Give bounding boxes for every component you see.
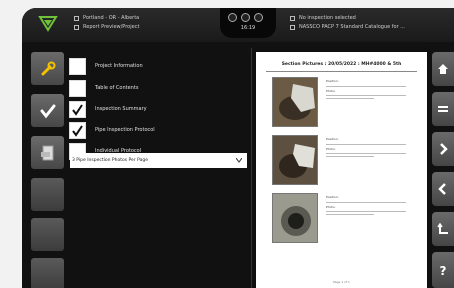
select-value: 3 Pipe Inspection Photos Per Page [72,158,148,163]
check-icon [72,124,83,137]
pdf-document-icon [40,145,53,160]
status-circle-3-icon [254,13,263,22]
inspection-line: No inspection selected [299,15,356,21]
field-label: Photo: [326,204,336,209]
empty-tool-button-1[interactable] [31,178,64,211]
status-cluster: 16:19 [220,8,276,38]
help-button[interactable]: ? [432,252,454,288]
option-pipe-inspection-protocol[interactable]: Pipe Inspection Protocol [69,121,249,139]
field-label: Position: [326,79,339,83]
check-icon [72,103,83,116]
field-label: Photo: [326,88,336,93]
document-icon [74,25,79,30]
photo-1-details: Position: Photo: [326,79,406,101]
return-button[interactable] [432,212,454,246]
device-screen: Portland - OR - Alberta Report Preview/P… [22,8,454,288]
wrench-icon [41,61,55,75]
catalogue-line: NASSCO PACP 7 Standard Catalogue for ... [299,24,406,30]
checkbox-unchecked[interactable] [69,57,86,75]
home-icon [438,64,448,74]
menu-button[interactable] [432,92,454,126]
checkbox-checked[interactable] [69,121,86,139]
svg-text:?: ? [440,264,447,276]
photo-2-details: Position: Photo: [326,137,406,159]
option-label: Inspection Summary [95,106,147,112]
option-label: Project Information [95,63,143,69]
photos-per-page-select[interactable]: 3 Pipe Inspection Photos Per Page [70,153,247,168]
option-project-information[interactable]: Project Information [69,57,249,75]
inspection-photo-3 [272,193,318,243]
folder-icon [74,16,79,21]
report-preview-page[interactable]: Section Pictures : 20/05/2022 : MH#4000 … [256,52,427,288]
project-line: Portland - OR - Alberta [83,15,140,21]
camera-icon [290,16,295,21]
export-pdf-button[interactable] [31,136,64,169]
return-icon [437,223,448,234]
field-label: Photo: [326,146,336,151]
divider [251,48,252,288]
photo-3-details: Position: Photo: [326,195,406,217]
page-footer: Page 1 of 1 [333,280,350,284]
help-icon: ? [440,264,447,276]
home-button[interactable] [432,52,454,86]
checkbox-checked[interactable] [69,100,86,118]
previous-button[interactable] [432,172,454,206]
checkmark-icon [40,104,55,118]
inspection-info: No inspection selected NASSCO PACP 7 Sta… [290,14,405,32]
field-label: Position: [326,195,339,199]
divider [266,71,417,72]
funnel-logo-icon [38,16,58,32]
status-circle-1-icon [228,13,237,22]
option-label: Pipe Inspection Protocol [95,127,155,133]
menu-icon [438,106,448,112]
field-label: Position: [326,137,339,141]
mode-line: Report Preview/Project [83,24,140,30]
chevron-down-icon [236,158,242,163]
preview-heading: Section Pictures : 20/05/2022 : MH#4000 … [281,62,402,67]
status-circle-2-icon [241,13,250,22]
catalogue-icon [290,25,295,30]
option-label: Table of Contents [95,85,139,91]
empty-tool-button-3[interactable] [31,258,64,288]
empty-tool-button-2[interactable] [31,218,64,251]
chevron-right-icon [440,143,448,155]
next-button[interactable] [432,132,454,166]
project-info: Portland - OR - Alberta Report Preview/P… [74,14,139,32]
logo-menu-button[interactable] [38,13,58,33]
settings-button[interactable] [31,52,64,85]
chevron-left-icon [438,183,446,195]
inspection-photo-2 [272,135,318,185]
confirm-button[interactable] [31,94,64,127]
clock: 16:19 [240,25,256,31]
inspection-photo-1 [272,77,318,127]
option-table-of-contents[interactable]: Table of Contents [69,79,249,97]
checkbox-unchecked[interactable] [69,79,86,97]
top-bar: Portland - OR - Alberta Report Preview/P… [22,8,454,42]
option-inspection-summary[interactable]: Inspection Summary [69,100,249,118]
